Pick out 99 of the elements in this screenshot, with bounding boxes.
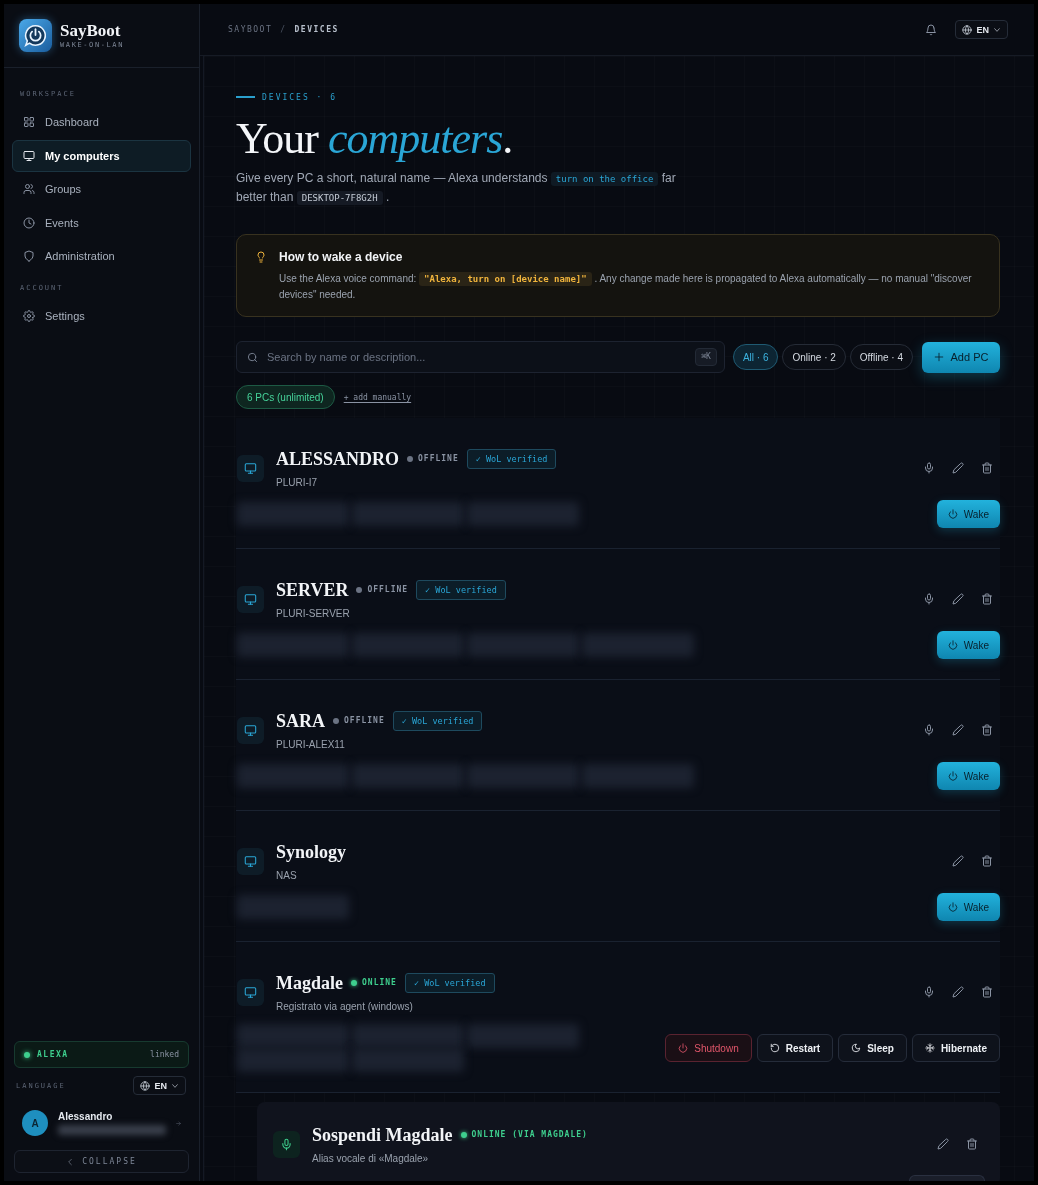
chevron-down-icon: [993, 25, 1001, 34]
pencil-icon[interactable]: [937, 1138, 949, 1150]
power-icon: [947, 640, 958, 650]
filter-chip[interactable]: All · 6: [732, 344, 779, 370]
filter-chip[interactable]: Offline · 4: [849, 344, 913, 370]
circular-arrow-icon: [769, 1043, 780, 1053]
alexa-label: ALEXA: [37, 1050, 69, 1059]
trash-icon[interactable]: [981, 986, 993, 998]
wol-verified-badge: ✓ WoL verified: [416, 579, 506, 600]
plus-icon: [933, 352, 944, 362]
device-subtitle: PLURI-ALEX11: [276, 737, 345, 752]
microphone-icon: [273, 1130, 300, 1158]
snowflake-icon: [924, 1043, 935, 1053]
nav-item[interactable]: Dashboard: [12, 106, 191, 138]
pencil-icon[interactable]: [952, 462, 964, 474]
wake-button[interactable]: Wake: [936, 893, 1000, 921]
tip-title: How to wake a device: [279, 249, 403, 265]
device-name: Sospendi Magdale: [312, 1123, 453, 1147]
clock-icon: [23, 216, 35, 229]
quota-badge: 6 PCs (unlimited): [236, 385, 335, 409]
breadcrumb-separator: /: [280, 25, 287, 34]
moon-icon: [851, 1043, 862, 1053]
tip-text: Use the Alexa voice command: "Alexa, turn on [device name]" . Any change made here is propagated to Alexa automatically — no manual "discover devices" needed.: [279, 271, 973, 302]
shutdown-button[interactable]: Shutdown: [665, 1034, 752, 1062]
avatar: A: [22, 1110, 48, 1136]
status-label: ONLINE (VIA MAGDALE): [471, 1130, 588, 1139]
add-pc-button[interactable]: Add PC: [922, 341, 1000, 373]
globe-icon: [140, 1080, 151, 1091]
section-eyebrow: DEVICES · 6: [262, 92, 337, 102]
breadcrumb-current: DEVICES: [294, 25, 339, 34]
microphone-icon[interactable]: [923, 462, 935, 474]
microphone-icon[interactable]: [923, 724, 935, 736]
grid-icon: [23, 116, 35, 128]
pencil-icon[interactable]: [952, 986, 964, 998]
nav-item[interactable]: Settings: [12, 300, 191, 332]
user-name: Alessandro: [58, 1111, 114, 1123]
nav-item[interactable]: My computers: [12, 139, 191, 172]
globe-icon: [962, 24, 973, 35]
trash-icon[interactable]: [981, 593, 993, 605]
add-manually-link[interactable]: + add manually: [343, 392, 412, 402]
pencil-icon[interactable]: [952, 855, 964, 867]
power-icon: [947, 902, 958, 912]
device-subtitle: NAS: [276, 868, 297, 883]
trash-icon[interactable]: [966, 1138, 978, 1150]
filter-chip[interactable]: Online · 2: [782, 344, 846, 370]
status-label: ONLINE: [362, 978, 397, 987]
language-select[interactable]: EN: [955, 20, 1008, 39]
wol-verified-badge: ✓ WoL verified: [466, 448, 557, 469]
microphone-icon[interactable]: [923, 593, 935, 605]
power-icon: [947, 509, 958, 519]
settings-icon: [23, 310, 35, 322]
wol-verified-badge: ✓ WoL verified: [392, 710, 483, 731]
people-icon: [23, 183, 35, 195]
device-subtitle: PLURI-I7: [276, 475, 318, 490]
device-name: Synology: [276, 840, 347, 864]
page-title: Your computers.: [236, 115, 513, 163]
device-name: SARA: [276, 709, 325, 733]
nav-item[interactable]: Events: [12, 206, 191, 239]
collapse-button[interactable]: COLLAPSE: [14, 1150, 189, 1173]
lightbulb-icon: [255, 251, 267, 263]
bell-icon[interactable]: [925, 23, 938, 36]
intro-text: Give every PC a short, natural name — Alexa understands turn on the office far better than DESKTOP-7F8G2H .: [236, 170, 677, 207]
device-subtitle: PLURI-SERVER: [276, 606, 350, 621]
hibernate-button[interactable]: Hibernate: [911, 1034, 1000, 1062]
device-subtitle: Alias vocale di «Magdale»: [312, 1151, 429, 1166]
status-label: OFFLINE: [367, 585, 409, 594]
search-icon: [247, 351, 258, 363]
alexa-state: linked: [150, 1050, 179, 1059]
pencil-icon[interactable]: [952, 593, 964, 605]
device-name: SERVER: [276, 578, 349, 602]
wake-button[interactable]: Wake: [936, 631, 1000, 659]
status-label: OFFLINE: [418, 454, 459, 463]
brand-name: SayBoot: [60, 21, 122, 40]
trash-icon[interactable]: [981, 724, 993, 736]
shield-icon: [23, 250, 35, 262]
status-label: OFFLINE: [344, 716, 385, 725]
restart-button[interactable]: Restart: [756, 1034, 834, 1062]
device-subtitle: Registrato via agent (windows): [276, 999, 413, 1014]
monitor-icon: [23, 149, 35, 162]
chevron-left-icon: [66, 1157, 75, 1166]
microphone-icon[interactable]: [923, 986, 935, 998]
wol-verified-badge: ✓ WoL verified: [404, 972, 495, 993]
shortcut-hint: ⌘K: [695, 348, 717, 366]
device-name: Magdale: [276, 971, 343, 995]
nav-item[interactable]: Groups: [12, 173, 191, 205]
sleep-button[interactable]: Sleep: [838, 1034, 907, 1062]
device-name: ALESSANDRO: [276, 447, 400, 471]
breadcrumb-link[interactable]: SAYBOOT: [228, 25, 273, 34]
nav-item[interactable]: Administration: [12, 240, 191, 272]
power-icon: [947, 771, 958, 781]
chevron-down-icon: [171, 1081, 179, 1090]
wake-button[interactable]: Wake: [936, 762, 1000, 790]
pencil-icon[interactable]: [952, 724, 964, 736]
language-select[interactable]: EN: [133, 1076, 186, 1095]
power-icon: [678, 1043, 689, 1053]
trash-icon[interactable]: [981, 462, 993, 474]
wake-button[interactable]: Wake: [936, 500, 1000, 528]
power-bubble-icon: [19, 19, 52, 52]
trash-icon[interactable]: [981, 855, 993, 867]
